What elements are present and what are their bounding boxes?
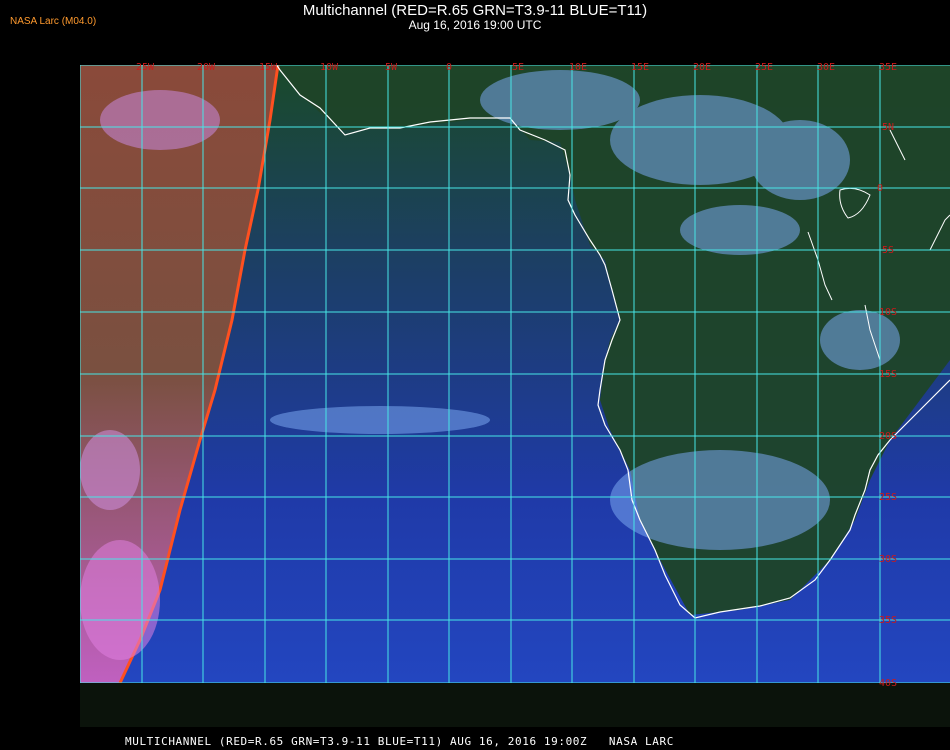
lat-label-0: 0 [877,183,883,194]
lat-label-35s: 35S [879,615,897,626]
lon-label-10e: 10E [569,62,587,73]
lon-label-15e: 15E [631,62,649,73]
lat-label-40s: 40S [879,678,897,689]
lon-label-0: 0 [446,62,452,73]
lon-label-20e: 20E [693,62,711,73]
lon-label-5e: 5E [512,62,524,73]
lon-label-25e: 25E [755,62,773,73]
footer-caption: MULTICHANNEL (RED=R.65 GRN=T3.9-11 BLUE=… [125,735,674,748]
lon-label-25w: 25W [136,62,155,73]
lon-label-5w: 5W [385,62,398,73]
lat-label-10s: 10S [879,307,897,318]
lat-label-15s: 15S [879,369,897,380]
lon-label-10w: 10W [320,62,339,73]
lat-label-20s: 20S [879,431,897,442]
lon-label-30e: 30E [817,62,835,73]
lat-label-5s: 5S [882,245,894,256]
lat-label-30s: 30S [879,554,897,565]
lon-label-15w: 15W [259,62,278,73]
lat-label-25s: 25S [879,492,897,503]
lon-label-20w: 20W [197,62,216,73]
lat-label-5n: 5N [882,122,894,133]
lon-label-35e: 35E [879,62,897,73]
satellite-map: 25W 20W 15W 10W 5W 0 5E 10E 15E 20E 25E … [80,62,950,689]
